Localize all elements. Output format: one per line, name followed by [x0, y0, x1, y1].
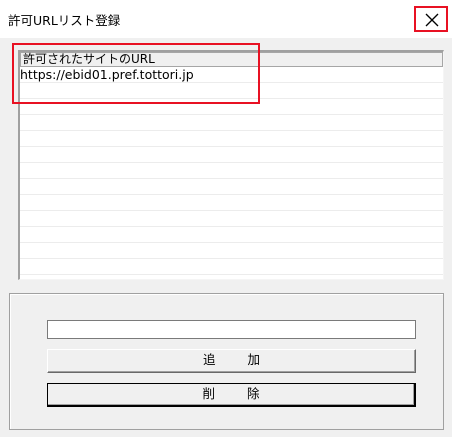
allowed-url-list[interactable]: 許可されたサイトのURL https://ebid01.pref.tottori…	[18, 50, 444, 280]
list-item[interactable]	[20, 163, 443, 179]
list-item[interactable]	[20, 99, 443, 115]
add-button[interactable]: 追 加	[47, 349, 416, 373]
list-item[interactable]	[20, 147, 443, 163]
list-item[interactable]	[20, 115, 443, 131]
list-item[interactable]: https://ebid01.pref.tottori.jp	[20, 67, 443, 83]
url-input[interactable]	[47, 320, 416, 339]
close-icon	[425, 13, 439, 27]
list-item[interactable]	[20, 211, 443, 227]
list-item[interactable]	[20, 243, 443, 259]
list-item[interactable]	[20, 83, 443, 99]
list-item[interactable]	[20, 179, 443, 195]
list-item[interactable]	[20, 227, 443, 243]
list-column-header[interactable]: 許可されたサイトのURL	[20, 52, 443, 67]
list-rows: https://ebid01.pref.tottori.jp	[20, 67, 443, 275]
list-item[interactable]	[20, 195, 443, 211]
window-title: 許可URLリスト登録	[8, 13, 121, 28]
list-item[interactable]	[20, 131, 443, 147]
close-button[interactable]	[414, 6, 448, 32]
list-item[interactable]	[20, 259, 443, 275]
title-bar: 許可URLリスト登録	[0, 0, 452, 38]
dialog-window: 許可URLリスト登録 許可されたサイトのURL https://ebid01.p…	[0, 0, 452, 437]
delete-button[interactable]: 削 除	[47, 383, 416, 407]
